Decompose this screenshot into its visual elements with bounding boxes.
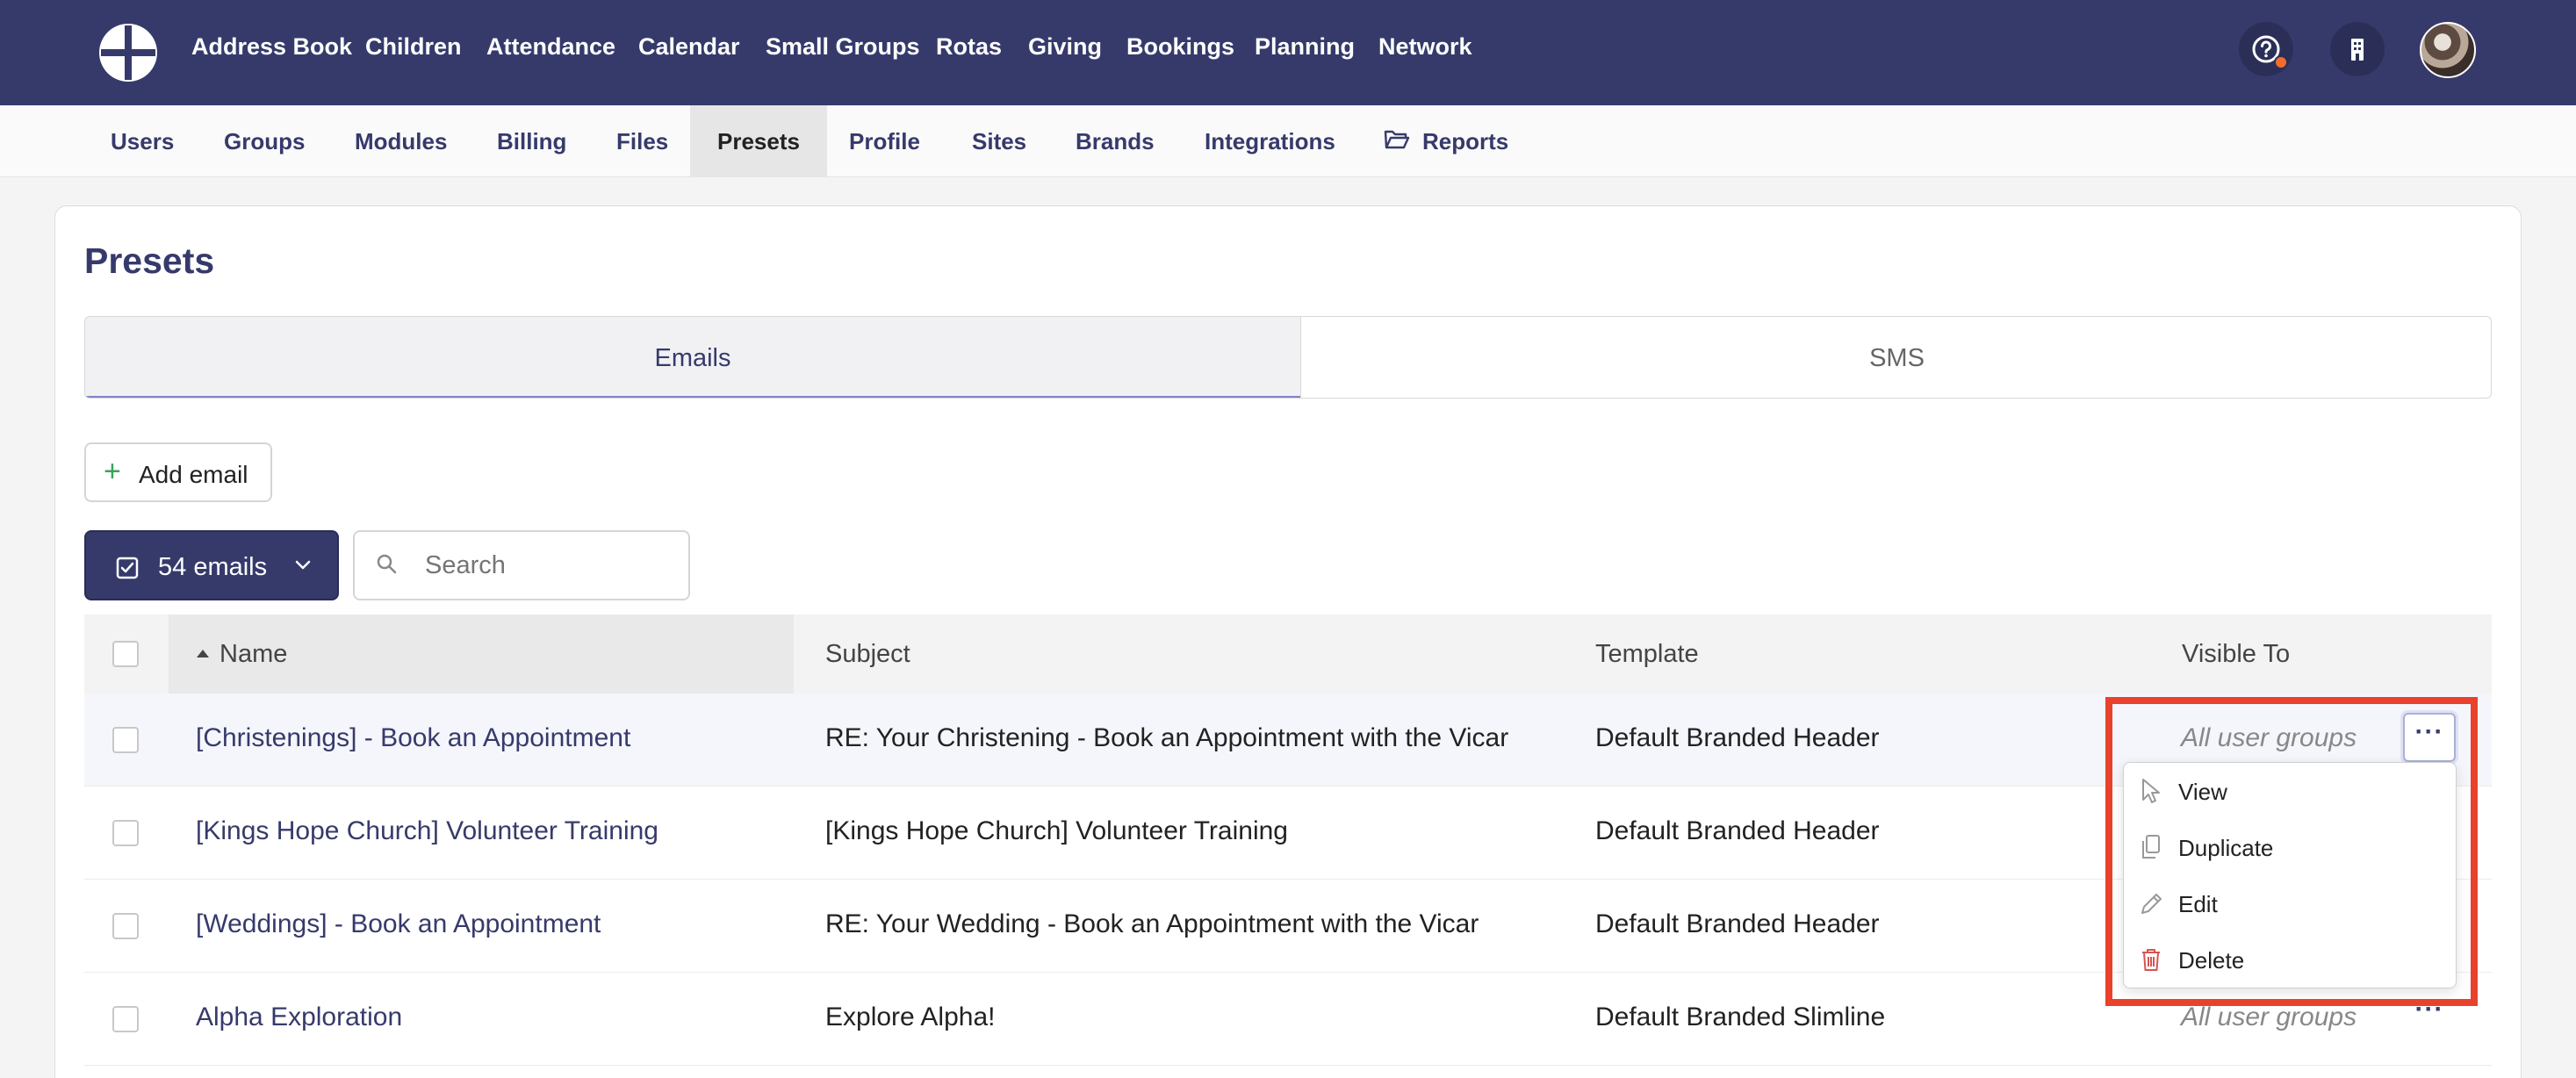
subnav-modules[interactable]: Modules [328, 105, 473, 177]
nav-children[interactable]: Children [365, 33, 462, 61]
nav-network[interactable]: Network [1378, 33, 1472, 61]
nav-bookings[interactable]: Bookings [1126, 33, 1234, 61]
subnav-presets[interactable]: Presets [690, 105, 827, 177]
row-checkbox[interactable] [112, 913, 139, 939]
chevron-down-icon [295, 560, 311, 570]
nav-planning[interactable]: Planning [1255, 33, 1355, 61]
email-count-label: 54 emails [158, 553, 268, 581]
preset-template: Default Branded Slimline [1595, 1003, 1886, 1031]
preset-subject: RE: Your Christening - Book an Appointme… [825, 723, 1509, 752]
nav-small-groups[interactable]: Small Groups [766, 33, 920, 61]
app-logo-icon[interactable] [97, 22, 159, 83]
checkbox-checked-icon [116, 557, 139, 579]
preset-subject: RE: Your Wedding - Book an Appointment w… [825, 909, 1479, 938]
preset-name-link[interactable]: [Christenings] - Book an Appointment [196, 723, 630, 753]
preset-visible-to: All user groups [2181, 1003, 2357, 1031]
nav-attendance[interactable]: Attendance [486, 33, 615, 61]
preset-subject: [Kings Hope Church] Volunteer Training [825, 816, 1288, 845]
preset-type-tabs: Emails SMS [84, 316, 2492, 399]
add-email-label: Add email [139, 461, 248, 488]
preset-template: Default Branded Header [1595, 909, 1880, 938]
subnav-files[interactable]: Files [590, 105, 694, 177]
user-avatar[interactable] [2420, 22, 2476, 78]
select-all-checkbox[interactable] [112, 641, 139, 667]
preset-name-link[interactable]: [Kings Hope Church] Volunteer Training [196, 816, 658, 846]
sort-ascending-icon [197, 650, 209, 658]
subnav-billing[interactable]: Billing [471, 105, 593, 177]
page-title: Presets [84, 241, 215, 281]
tab-emails[interactable]: Emails [85, 317, 1300, 398]
nav-address-book[interactable]: Address Book [191, 33, 352, 61]
nav-giving[interactable]: Giving [1028, 33, 1102, 61]
tab-sms[interactable]: SMS [1300, 317, 2491, 398]
subnav-profile[interactable]: Profile [823, 105, 946, 177]
column-name[interactable]: Name [219, 614, 287, 694]
organisation-button[interactable] [2330, 22, 2385, 76]
column-subject[interactable]: Subject [825, 614, 910, 694]
subnav-brands[interactable]: Brands [1049, 105, 1181, 177]
preset-name-link[interactable]: [Weddings] - Book an Appointment [196, 909, 601, 939]
subnav-groups[interactable]: Groups [198, 105, 331, 177]
preset-name-link[interactable]: Alpha Exploration [196, 1003, 402, 1032]
preset-subject: Explore Alpha! [825, 1003, 996, 1031]
preset-template: Default Branded Header [1595, 723, 1880, 752]
table-header: Name Subject Template Visible To [84, 614, 2492, 694]
subnav-integrations[interactable]: Integrations [1178, 105, 1362, 177]
plus-icon: + [104, 455, 121, 488]
folder-open-icon [1384, 130, 1410, 149]
column-visible-to[interactable]: Visible To [2182, 614, 2290, 694]
nav-calendar[interactable]: Calendar [638, 33, 740, 61]
settings-subnav: Users Groups Modules Billing Files Prese… [0, 105, 2576, 177]
subnav-sites[interactable]: Sites [946, 105, 1053, 177]
search-icon [377, 554, 397, 574]
search-input[interactable] [353, 530, 690, 600]
subnav-reports[interactable]: Reports [1396, 105, 1535, 177]
column-template[interactable]: Template [1595, 614, 1699, 694]
row-checkbox[interactable] [112, 820, 139, 846]
add-email-button[interactable]: + Add email [84, 442, 272, 502]
annotation-highlight [2105, 697, 2478, 1006]
top-navbar: Address Book Children Attendance Calenda… [0, 0, 2576, 105]
preset-template: Default Branded Header [1595, 816, 1880, 845]
subnav-users[interactable]: Users [84, 105, 200, 177]
row-checkbox[interactable] [112, 727, 139, 753]
help-button[interactable] [2239, 22, 2293, 76]
select-emails-dropdown[interactable]: 54 emails [84, 530, 339, 600]
notification-dot [2274, 55, 2288, 69]
row-checkbox[interactable] [112, 1006, 139, 1032]
nav-rotas[interactable]: Rotas [936, 33, 1002, 61]
building-icon [2351, 39, 2364, 61]
